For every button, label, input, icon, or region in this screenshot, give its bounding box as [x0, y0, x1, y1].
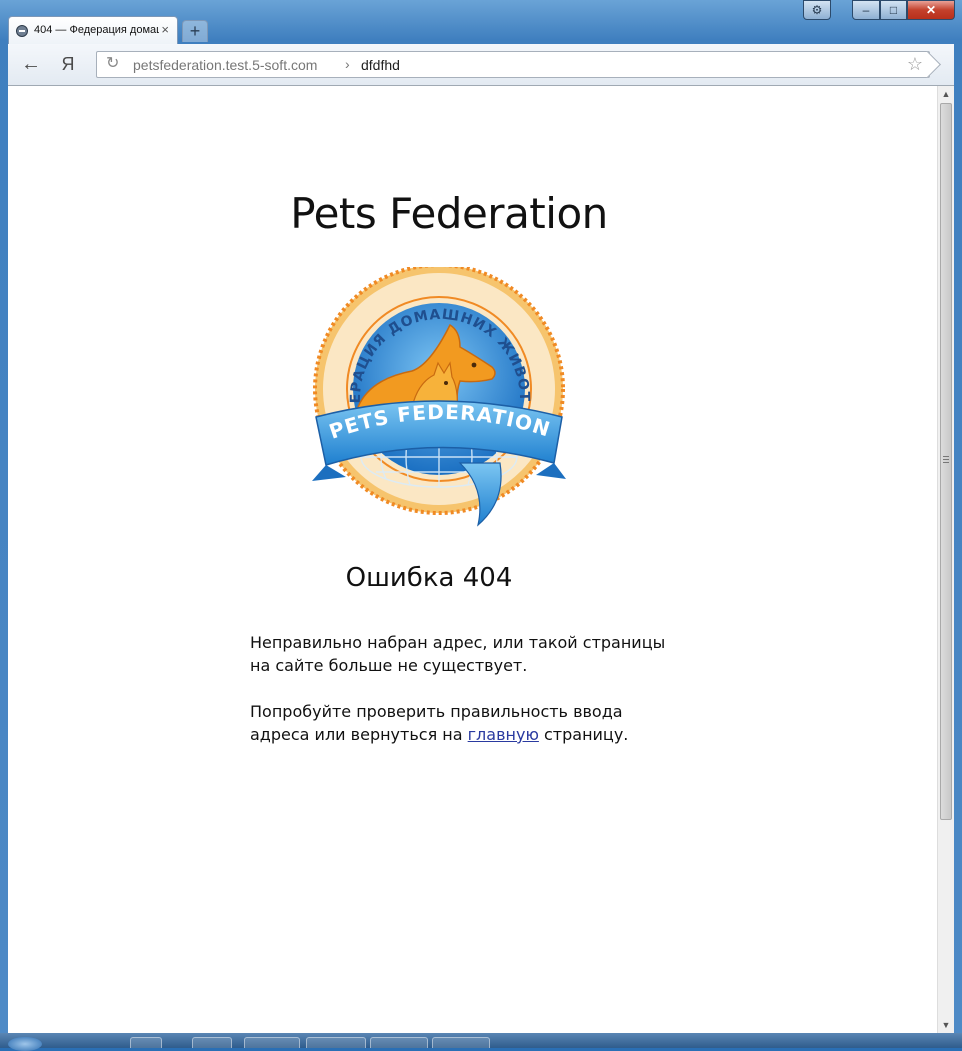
yandex-button[interactable]: Я: [57, 53, 79, 75]
minimize-button[interactable]: ‒: [852, 0, 880, 20]
vertical-scrollbar[interactable]: ▲ ▼: [937, 86, 954, 1033]
start-button[interactable]: [8, 1037, 42, 1051]
settings-gear-icon[interactable]: ⚙: [803, 0, 831, 20]
maximize-button[interactable]: □: [880, 0, 907, 20]
taskbar-item[interactable]: [192, 1037, 232, 1048]
url-separator-icon: ›: [345, 56, 350, 72]
browser-window: 404 — Федерация домашних × + ⚙ ‒ □ ✕ ← Я…: [0, 0, 962, 1040]
tab-active[interactable]: 404 — Федерация домашних ×: [8, 16, 178, 44]
back-arrow-icon[interactable]: ←: [20, 53, 42, 75]
url-host: petsfederation.test.5-soft.com: [133, 57, 318, 73]
close-window-button[interactable]: ✕: [907, 0, 955, 20]
taskbar-item[interactable]: [306, 1037, 366, 1048]
title-bar: 404 — Федерация домашних × + ⚙ ‒ □ ✕: [0, 0, 962, 44]
error-heading: Ошибка 404: [345, 563, 513, 593]
taskbar-item[interactable]: [370, 1037, 428, 1048]
reload-icon[interactable]: ↻: [106, 56, 122, 72]
scroll-grip-icon: [943, 456, 949, 463]
suggestion-paragraph: Попробуйте проверить правильность ввода …: [250, 700, 670, 746]
suggestion-line-2-after: страницу.: [538, 725, 629, 744]
taskbar-item[interactable]: [130, 1037, 162, 1048]
new-tab-button[interactable]: +: [182, 20, 208, 42]
home-link[interactable]: главную: [468, 725, 539, 744]
windows-taskbar: [0, 1033, 962, 1051]
tab-title: 404 — Федерация домашних: [34, 24, 159, 36]
suggestion-line-2-before: адреса или вернуться на: [250, 725, 468, 744]
error-message-line-1: Неправильно набран адрес, или такой стра…: [250, 633, 666, 652]
error-message-line-2: на сайте больше не существует.: [250, 656, 528, 675]
taskbar-item[interactable]: [432, 1037, 490, 1048]
suggestion-line-1: Попробуйте проверить правильность ввода: [250, 702, 623, 721]
error-message-paragraph: Неправильно набран адрес, или такой стра…: [250, 631, 670, 677]
bookmark-star-icon[interactable]: ☆: [907, 54, 923, 74]
taskbar-item[interactable]: [244, 1037, 300, 1048]
scrollbar-thumb[interactable]: [940, 103, 952, 820]
browser-toolbar: ← Я ↻ petsfederation.test.5-soft.com › d…: [8, 44, 954, 86]
url-path: dfdfhd: [361, 57, 400, 73]
tab-close-icon[interactable]: ×: [161, 22, 169, 38]
address-bar[interactable]: ↻ petsfederation.test.5-soft.com › dfdfh…: [96, 51, 930, 78]
scroll-down-arrow-icon[interactable]: ▼: [938, 1017, 954, 1033]
site-title: Pets Federation: [290, 189, 608, 238]
pets-federation-logo: ФЕДЕРАЦИЯ ДОМАШНИХ ЖИВОТНЫХ PETS FE: [310, 267, 566, 527]
page-viewport: Pets Federation ФЕ: [8, 86, 954, 1033]
site-favicon-icon: [16, 25, 28, 37]
scroll-up-arrow-icon[interactable]: ▲: [938, 86, 954, 102]
